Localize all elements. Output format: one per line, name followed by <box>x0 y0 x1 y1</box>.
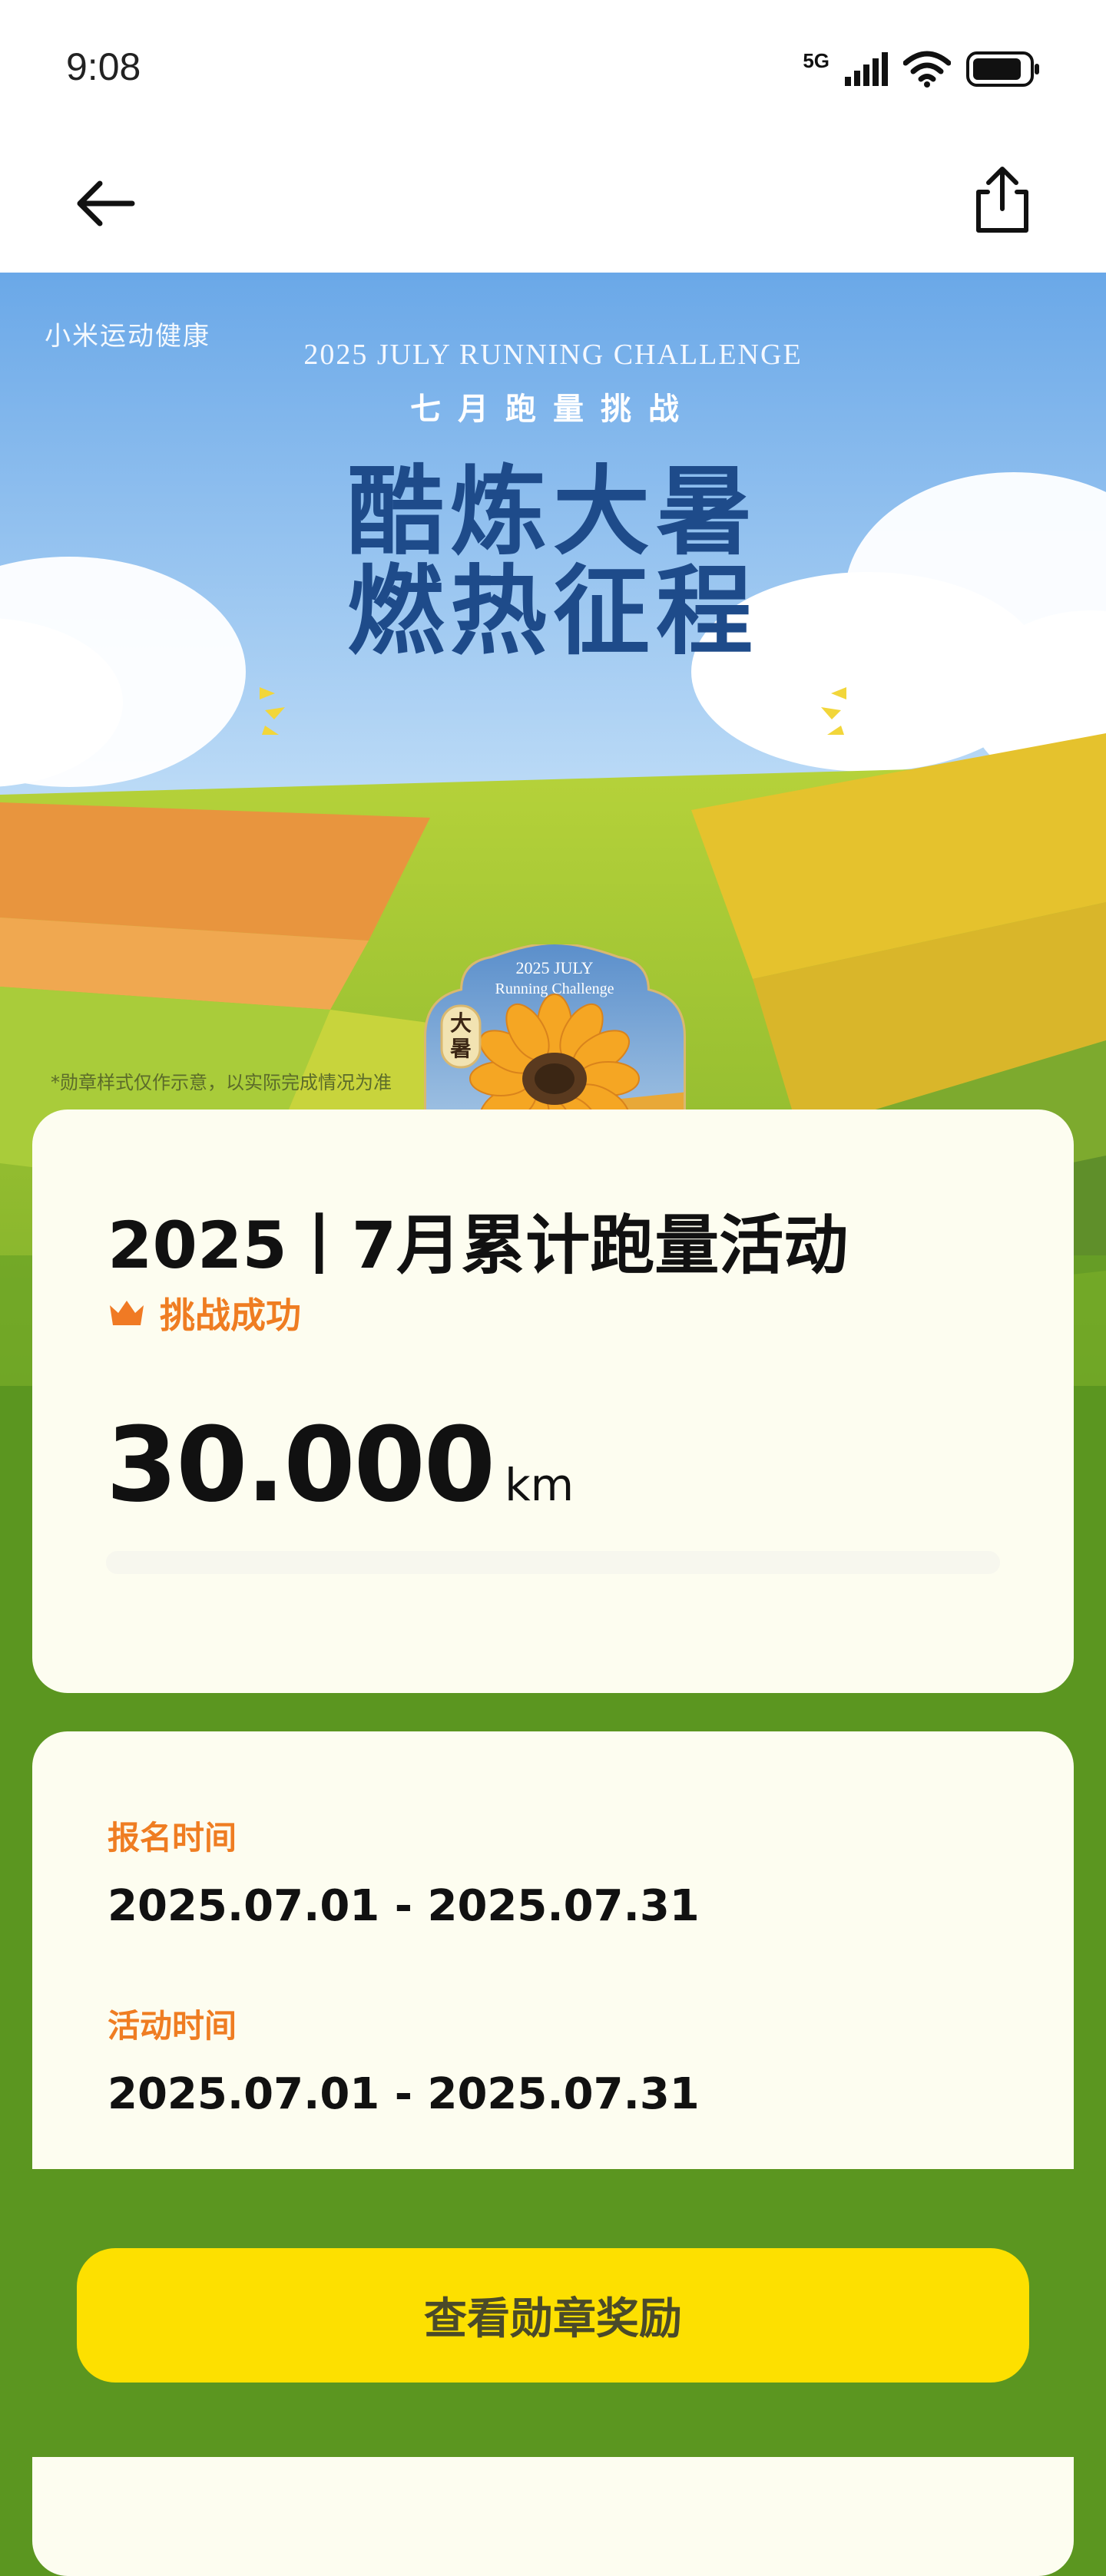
event-time-label: 活动时间 <box>108 2007 237 2045</box>
medal-disclaimer: *勋章样式仅作示意，以实际完成情况为准 <box>51 1072 392 1093</box>
status-badge-text: 挑战成功 <box>160 1295 301 1336</box>
distance-display: 30.000 km <box>106 1405 574 1525</box>
progress-bar <box>106 1551 1000 1574</box>
arrow-left-icon <box>77 180 135 227</box>
progress-fill <box>106 1551 1000 1574</box>
view-medal-reward-button[interactable]: 查看勋章奖励 <box>77 2248 1029 2383</box>
nav-bar <box>0 138 1106 273</box>
share-icon <box>976 167 1028 233</box>
status-icons: 5G <box>803 46 1040 92</box>
medal-top-text-1: 2025 JULY <box>515 958 593 977</box>
wifi-icon <box>903 51 951 88</box>
crown-icon <box>110 1301 144 1325</box>
activity-card: 2025丨7月累计跑量活动 挑战成功 30.000 km <box>32 1109 1074 1693</box>
signup-time-value: 2025.07.01 - 2025.07.31 <box>108 1881 700 1931</box>
signal-icon <box>845 52 888 86</box>
status-bar: 9:08 5G <box>0 0 1106 138</box>
back-button[interactable] <box>69 169 146 238</box>
battery-icon <box>966 51 1039 87</box>
hero-subtitle-cn: 七月跑量挑战 <box>410 392 696 427</box>
status-badge: 挑战成功 <box>108 1288 301 1338</box>
activity-title: 2025丨7月累计跑量活动 <box>108 1208 849 1283</box>
medal-tag-text: 大 <box>450 1010 472 1036</box>
svg-text:暑: 暑 <box>450 1036 472 1061</box>
medal-top-text-2: Running Challenge <box>495 980 614 997</box>
network-label: 5G <box>803 49 830 72</box>
hero-subtitle-en: 2025 JULY RUNNING CHALLENGE <box>303 339 803 371</box>
status-time: 9:08 <box>66 45 141 88</box>
distance-unit: km <box>505 1459 575 1511</box>
signup-time-label: 报名时间 <box>108 1819 237 1857</box>
hero-title-line2: 燃热征程 <box>347 555 759 668</box>
event-time-value: 2025.07.01 - 2025.07.31 <box>108 2069 700 2119</box>
distance-value: 30.000 <box>106 1405 495 1525</box>
share-button[interactable] <box>968 161 1037 238</box>
